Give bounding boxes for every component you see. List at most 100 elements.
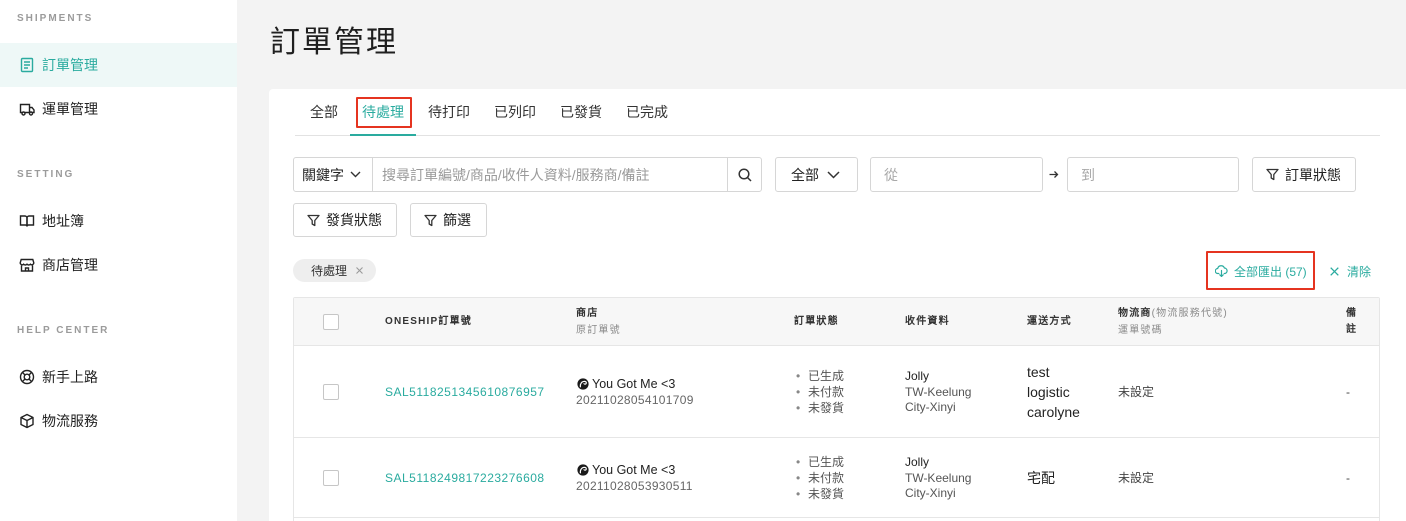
order-number-link[interactable]: SAL5118249817223276608 — [385, 471, 545, 485]
export-all-button[interactable]: 全部匯出 (57) — [1215, 262, 1307, 280]
scope-select[interactable]: 全部 — [775, 157, 858, 192]
date-to-input[interactable] — [1068, 158, 1238, 191]
clear-filters-label: 清除 — [1347, 264, 1372, 279]
filter-icon — [1266, 168, 1279, 181]
scope-select-value: 全部 — [791, 166, 819, 183]
column-header-original-order-no: 原訂單號 — [576, 324, 621, 336]
note: - — [1346, 470, 1350, 485]
select-all-checkbox[interactable] — [323, 313, 339, 330]
column-header-recipient: 收件資料 — [905, 316, 950, 327]
table-row: SAL5118251345610876957 You Got Me <3 202… — [294, 346, 1379, 438]
box-icon — [19, 413, 35, 429]
active-filter-label: 待處理 — [311, 264, 348, 278]
original-order-number: 20211028054101709 — [576, 392, 694, 407]
order-status-list: 已生成 未付款 未發貨 — [794, 454, 905, 502]
close-icon[interactable] — [356, 267, 363, 274]
status-item: 已生成 — [796, 454, 905, 470]
row-checkbox-cell — [294, 383, 385, 400]
column-header-tracking-no: 運單號碼 — [1118, 324, 1163, 336]
filter-button[interactable]: 篩選 — [410, 203, 487, 237]
filter-button-label: 篩選 — [443, 212, 471, 228]
keyword-type-value: 關鍵字 — [302, 166, 344, 183]
sidebar-item-label: 地址簿 — [42, 213, 84, 229]
keyword-type-select[interactable]: 關鍵字 — [294, 158, 373, 191]
export-all-label: 全部匯出 (57) — [1234, 264, 1307, 279]
order-status-filter-button[interactable]: 訂單狀態 — [1252, 157, 1356, 192]
shop-logo-icon — [577, 463, 589, 476]
document-icon — [19, 57, 35, 73]
date-from-input[interactable] — [871, 158, 1042, 191]
tab-pending[interactable]: 待處理 — [350, 89, 416, 136]
recipient-address: TW-Keelung City-Xinyi — [905, 385, 972, 414]
row-checkbox[interactable] — [323, 383, 339, 400]
recipient-cell: Jolly TW-Keelung City-Xinyi — [905, 368, 1027, 415]
row-checkbox[interactable] — [323, 469, 339, 486]
shipping-status-filter-label: 發貨狀態 — [326, 212, 382, 228]
tab-to-print[interactable]: 待打印 — [416, 89, 482, 135]
sidebar-item-getting-started[interactable]: 新手上路 — [0, 355, 237, 399]
column-header-order-no: ONESHIP訂單號 — [385, 316, 473, 327]
column-header-shipping-method: 運送方式 — [1027, 316, 1072, 327]
column-header-carrier-code: (物流服務代號) — [1151, 307, 1228, 319]
carrier: 未設定 — [1118, 471, 1155, 485]
shop-cell: You Got Me <3 20211028053930511 — [576, 462, 794, 494]
column-header-note-cell: 備註 — [1346, 306, 1379, 338]
sidebar-section-title: SHIPMENTS — [17, 13, 94, 24]
active-filter-chip: 待處理 — [293, 259, 376, 282]
tab-all[interactable]: 全部 — [298, 89, 350, 135]
order-number-link[interactable]: SAL5118251345610876957 — [385, 385, 545, 399]
order-status-filter-label: 訂單狀態 — [1285, 166, 1341, 183]
sidebar-item-label: 運單管理 — [42, 101, 98, 117]
tab-printed[interactable]: 已列印 — [482, 89, 548, 135]
search-input[interactable] — [373, 158, 728, 191]
table-row: SAL5118249817223276608 You Got Me <3 202… — [294, 438, 1379, 518]
shipping-method: 宅配 — [1027, 469, 1055, 486]
status-item: 未發貨 — [796, 486, 905, 502]
sidebar-item-label: 新手上路 — [42, 369, 98, 385]
shop-name: You Got Me <3 — [592, 462, 676, 477]
sidebar-item-label: 商店管理 — [42, 257, 98, 273]
book-icon — [19, 213, 35, 229]
recipient-address: TW-Keelung City-Xinyi — [905, 471, 972, 500]
column-header-note: 備註 — [1346, 307, 1358, 335]
arrow-right-icon — [1049, 157, 1061, 192]
shop-logo-icon — [577, 377, 589, 390]
tab-completed[interactable]: 已完成 — [614, 89, 680, 135]
recipient-name: Jolly — [905, 455, 930, 469]
sidebar-item-stores[interactable]: 商店管理 — [0, 243, 237, 287]
orders-card: 全部 待處理 待打印 已列印 已發貨 已完成 關鍵字 全部 — [269, 89, 1406, 521]
close-icon — [1330, 266, 1339, 276]
sidebar: SHIPMENTS 訂單管理 運單管理 SETTING 地址簿 商店管理 HEL… — [0, 0, 237, 521]
original-order-number: 20211028053930511 — [576, 478, 693, 493]
column-header-order-status: 訂單狀態 — [794, 316, 839, 327]
column-header-shop-label: 商店 — [576, 307, 599, 319]
store-icon — [19, 257, 35, 273]
page-title: 訂單管理 — [270, 26, 398, 59]
column-header-carrier-label: 物流商 — [1118, 307, 1152, 319]
order-status-list: 已生成 未付款 未發貨 — [794, 368, 905, 416]
sidebar-item-orders[interactable]: 訂單管理 — [0, 43, 237, 87]
clear-filters-button[interactable]: 清除 — [1330, 262, 1371, 280]
lifebuoy-icon — [19, 369, 35, 385]
shop-name: You Got Me <3 — [592, 376, 676, 391]
search-icon — [737, 167, 752, 182]
chevron-down-icon — [827, 170, 840, 179]
orders-table: ONESHIP訂單號 商店 原訂單號 訂單狀態 收件資料 運送方式 物流商(物流… — [293, 297, 1380, 521]
sidebar-item-waybills[interactable]: 運單管理 — [0, 87, 237, 131]
column-header-carrier: 物流商(物流服務代號) 運單號碼 — [1118, 305, 1346, 339]
search-button[interactable] — [728, 158, 761, 191]
sidebar-item-logistics-services[interactable]: 物流服務 — [0, 399, 237, 443]
shop-cell: You Got Me <3 20211028054101709 — [576, 376, 794, 408]
sidebar-item-label: 物流服務 — [42, 413, 98, 429]
date-from-field — [870, 157, 1043, 192]
cloud-download-icon — [1215, 265, 1228, 277]
tab-shipped[interactable]: 已發貨 — [548, 89, 614, 135]
chevron-down-icon — [350, 171, 361, 178]
sidebar-section-title: SETTING — [17, 169, 75, 180]
shipping-status-filter-button[interactable]: 發貨狀態 — [293, 203, 397, 237]
carrier: 未設定 — [1118, 385, 1155, 399]
sidebar-item-address-book[interactable]: 地址簿 — [0, 199, 237, 243]
recipient-name: Jolly — [905, 369, 930, 383]
keyword-search-group: 關鍵字 — [293, 157, 762, 192]
note: - — [1346, 384, 1350, 399]
